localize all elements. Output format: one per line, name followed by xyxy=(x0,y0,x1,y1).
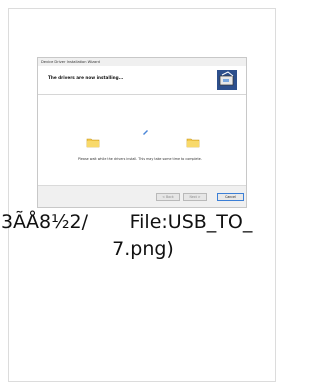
wizard-header: The drivers are now installing... xyxy=(38,66,246,95)
cancel-button[interactable]: Cancel xyxy=(217,193,244,201)
next-button[interactable]: Next > xyxy=(183,193,207,201)
wizard-window-title: Device Driver Installation Wizard xyxy=(41,60,100,64)
folder-icon xyxy=(186,138,200,148)
document-flying-icon xyxy=(143,130,148,135)
back-button[interactable]: < Back xyxy=(156,193,180,201)
wizard-screenshot: Device Driver Installation Wizard The dr… xyxy=(37,57,247,208)
caption-line-2: 7.png) xyxy=(112,238,174,260)
wizard-body: Please wait while the drivers install. T… xyxy=(38,95,246,185)
wizard-message: Please wait while the drivers install. T… xyxy=(78,157,202,161)
wizard-footer: < Back Next > Cancel xyxy=(38,185,246,207)
image-caption: R:3ÃÅ8½2/ File:USB_TO_ 7.png) xyxy=(0,209,286,263)
wizard-heading: The drivers are now installing... xyxy=(48,75,124,80)
caption-line-1: R:3ÃÅ8½2/ File:USB_TO_ xyxy=(0,209,286,236)
folder-icon xyxy=(86,138,100,148)
caption-file-text: File:USB_TO_ xyxy=(129,211,253,233)
driver-install-icon xyxy=(217,70,237,90)
